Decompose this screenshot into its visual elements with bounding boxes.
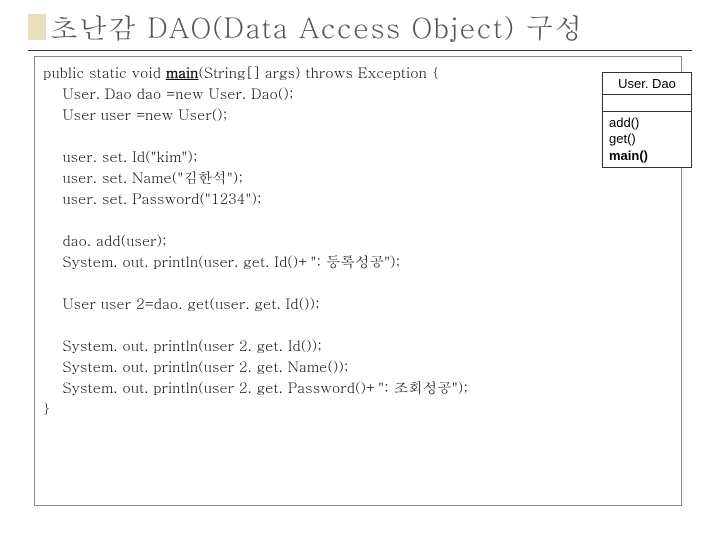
uml-method-main: main() xyxy=(609,148,648,163)
code-line-7: user. set. Password("1234"); xyxy=(43,189,262,209)
code-line-16: System. out. println(user 2. get. Passwo… xyxy=(43,378,468,398)
code-line-12: User user 2=dao. get(user. get. Id()); xyxy=(43,294,320,314)
code-line-5: user. set. Id("kim"); xyxy=(43,147,198,167)
code-line-1c: (String[] args) throws Exception { xyxy=(198,63,439,83)
uml-method-get: get() xyxy=(609,131,636,146)
code-line-6: user. set. Name("김한석"); xyxy=(43,168,243,188)
uml-method-add: add() xyxy=(609,115,639,130)
code-line-17: } xyxy=(43,399,50,419)
code-listing: public static void main(String[] args) t… xyxy=(34,56,682,506)
code-line-9: dao. add(user); xyxy=(43,231,167,251)
code-main-keyword: main xyxy=(166,63,199,83)
uml-class-box: User. Dao add() get() main() xyxy=(602,72,692,168)
code-line-3: User user =new User(); xyxy=(43,105,227,125)
uml-class-name: User. Dao xyxy=(603,73,691,95)
slide-title-wrap: 초난감 DAO(Data Access Object) 구성 xyxy=(28,6,692,51)
slide: 초난감 DAO(Data Access Object) 구성 public st… xyxy=(0,0,720,540)
code-line-14: System. out. println(user 2. get. Id()); xyxy=(43,336,322,356)
title-accent-block xyxy=(28,14,46,40)
uml-method-compartment: add() get() main() xyxy=(603,112,691,167)
code-line-10: System. out. println(user. get. Id()+": … xyxy=(43,252,400,272)
code-line-1a: public static void xyxy=(43,63,166,83)
code-line-2: User. Dao dao =new User. Dao(); xyxy=(43,84,294,104)
uml-attr-compartment xyxy=(603,95,691,112)
code-line-15: System. out. println(user 2. get. Name()… xyxy=(43,357,349,377)
slide-title: 초난감 DAO(Data Access Object) 구성 xyxy=(50,6,584,46)
